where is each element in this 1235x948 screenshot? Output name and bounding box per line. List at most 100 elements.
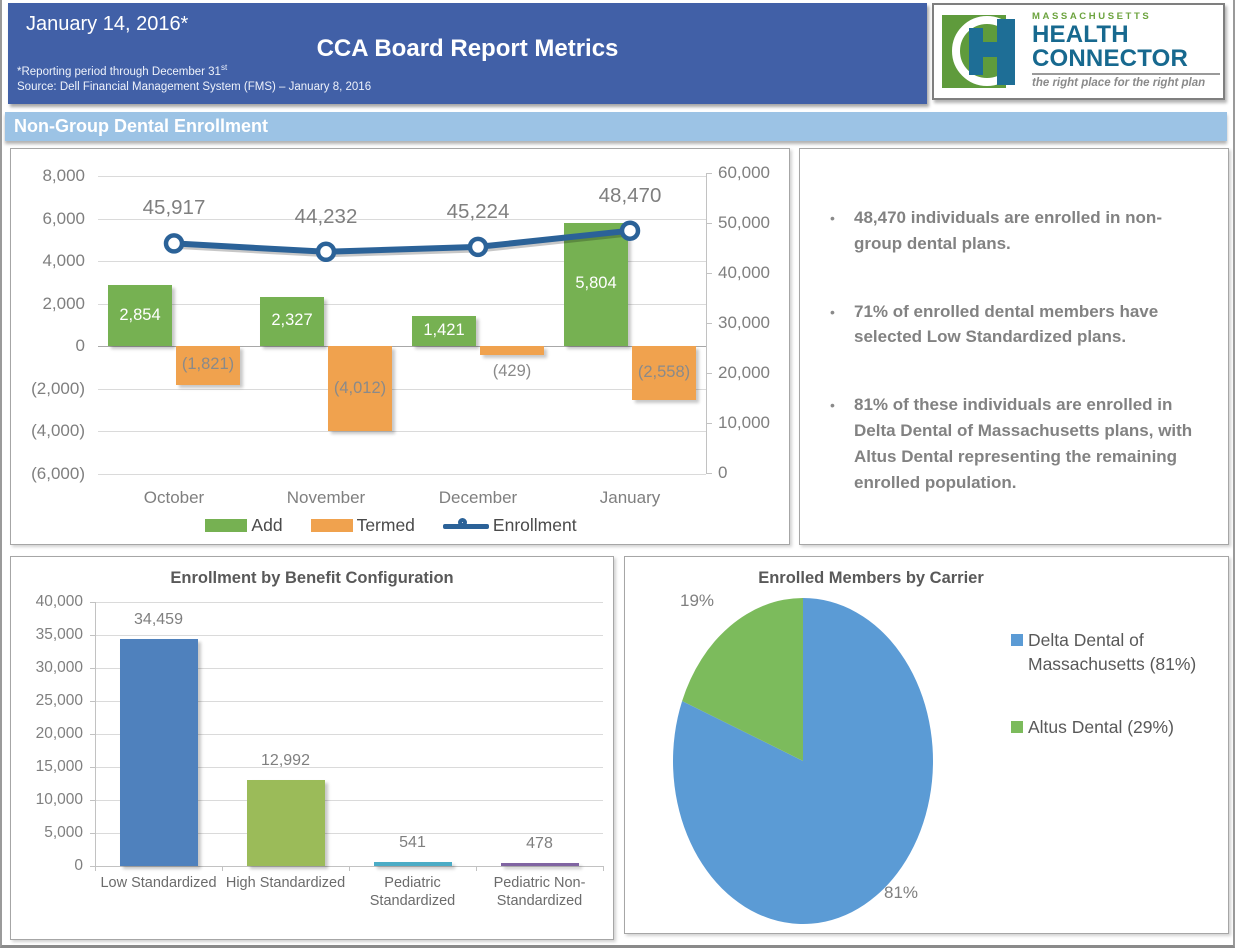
benefit-bar-low-standardized — [120, 639, 198, 866]
bar-chart-y-tick-label: 35,000 — [11, 626, 83, 644]
pie-legend-item-altus: Altus Dental (29%) — [1011, 716, 1196, 740]
month-label-october: October — [109, 488, 239, 508]
bar-chart-x-tick — [95, 866, 96, 871]
primary-gridline — [98, 474, 706, 475]
report-date: January 14, 2016* — [26, 13, 188, 36]
primary-gridline — [98, 176, 706, 177]
bullet-marker: • — [830, 392, 854, 495]
legend-item-termed: Termed — [311, 515, 415, 536]
secondary-axis-tick — [706, 473, 712, 474]
bullet-marker: • — [830, 299, 854, 351]
left-axis-tick-label: (2,000) — [11, 379, 85, 399]
commentary-bullets: • 48,470 individuals are enrolled in non… — [800, 149, 1228, 496]
right-axis-tick-label: 50,000 — [718, 213, 770, 233]
right-axis-tick-label: 60,000 — [718, 163, 770, 183]
add-bar-label-november: 2,327 — [260, 311, 324, 330]
pie-slice-delta — [673, 598, 933, 924]
health-connector-logo-icon — [942, 12, 1028, 92]
benefit-category-label-low-standardized: Low Standardized — [96, 874, 222, 892]
enrollment-value-label-january: 48,470 — [565, 184, 695, 208]
benefit-category-label-high-standardized: High Standardized — [223, 874, 349, 892]
logo-wordmark: MASSACHUSETTS HEALTH CONNECTOR the right… — [1032, 11, 1220, 89]
enrollment-marker-october — [166, 235, 182, 251]
health-connector-logo: MASSACHUSETTS HEALTH CONNECTOR the right… — [932, 3, 1225, 100]
bar-chart-x-tick — [349, 866, 350, 871]
benefit-bar-high-standardized — [247, 780, 325, 866]
legend-item-enrollment: Enrollment — [443, 515, 577, 536]
pie-data-label-81: 81% — [871, 883, 931, 903]
dental-trend-chart-legend: Add Termed Enrollment — [11, 515, 789, 536]
logo-name-line2: CONNECTOR — [1032, 47, 1220, 71]
enrollment-marker-december — [470, 239, 486, 255]
benefit-category-label-pediatric-standardized: Pediatric Standardized — [350, 874, 476, 910]
benefit-category-label-pediatric-non--standardized: Pediatric Non- Standardized — [477, 874, 603, 910]
benefit-bar-value-high-standardized: 12,992 — [236, 752, 336, 770]
bar-chart-gridline — [95, 602, 603, 603]
secondary-axis-tick — [706, 273, 712, 274]
left-axis-tick-label: 4,000 — [11, 251, 85, 271]
right-axis-tick-label: 40,000 — [718, 263, 770, 283]
bar-chart-x-tick — [476, 866, 477, 871]
legend-label-add: Add — [251, 515, 282, 536]
benefit-bar-value-low-standardized: 34,459 — [109, 611, 209, 629]
bar-chart-y-tick-label: 40,000 — [11, 593, 83, 611]
enrollment-marker-november — [318, 244, 334, 260]
footnote-text: *Reporting period through December 31 — [17, 66, 221, 78]
primary-gridline — [98, 431, 706, 432]
legend-label-termed: Termed — [357, 515, 415, 536]
termed-bar-december — [480, 346, 544, 355]
bar-chart-x-tick — [603, 866, 604, 871]
pie-legend-swatch — [1011, 634, 1023, 646]
secondary-axis-tick — [706, 423, 712, 424]
termed-bar-label-october: (1,821) — [176, 355, 240, 374]
bar-chart-x-tick — [222, 866, 223, 871]
bar-chart-y-tick-label: 10,000 — [11, 791, 83, 809]
enrollment-value-label-december: 45,224 — [413, 200, 543, 224]
logo-tagline: the right place for the right plan — [1032, 77, 1220, 89]
report-page: January 14, 2016* CCA Board Report Metri… — [0, 0, 1235, 948]
footnote-superscript: st — [221, 63, 227, 72]
left-axis-tick-label: (4,000) — [11, 421, 85, 441]
report-header: January 14, 2016* CCA Board Report Metri… — [8, 3, 927, 104]
bar-chart-y-tick-label: 15,000 — [11, 758, 83, 776]
section-header-non-group-dental: Non-Group Dental Enrollment — [5, 112, 1227, 141]
bar-chart-y-tick-label: 5,000 — [11, 824, 83, 842]
add-legend-swatch — [205, 519, 247, 532]
dental-trend-chart-panel: 8,0006,0004,0002,0000(2,000)(4,000)(6,00… — [10, 148, 790, 545]
dental-trend-chart-plot: 8,0006,0004,0002,0000(2,000)(4,000)(6,00… — [11, 149, 789, 544]
legend-label-enrollment: Enrollment — [493, 515, 577, 536]
enrollment-value-label-october: 45,917 — [109, 196, 239, 220]
bullet-text-enrollment-total: 48,470 individuals are enrolled in non-g… — [854, 205, 1202, 257]
termed-bar-label-december: (429) — [480, 362, 544, 381]
termed-bar-label-november: (4,012) — [328, 379, 392, 398]
month-label-december: December — [413, 488, 543, 508]
legend-line-dot — [458, 518, 467, 527]
carrier-pie-chart-panel: Enrolled Members by Carrier 19%81% Delta… — [624, 556, 1229, 934]
bullet-text-carrier-split: 81% of these individuals are enrolled in… — [854, 392, 1202, 495]
left-axis-tick-label: 2,000 — [11, 294, 85, 314]
add-bar-label-october: 2,854 — [108, 306, 172, 325]
benefit-configuration-chart-panel: Enrollment by Benefit Configuration 40,0… — [10, 556, 614, 940]
bar-chart-gridline — [95, 635, 603, 636]
right-axis-tick-label: 0 — [718, 463, 727, 483]
pie-slice-altus — [682, 598, 803, 761]
enrollment-value-label-november: 44,232 — [261, 205, 391, 229]
pie-data-label-19: 19% — [667, 591, 727, 611]
reporting-period-footnote: *Reporting period through December 31st — [17, 63, 227, 78]
right-axis-tick-label: 30,000 — [718, 313, 770, 333]
source-footnote: Source: Dell Financial Management System… — [17, 81, 371, 93]
page-title: CCA Board Report Metrics — [8, 35, 927, 63]
legend-item-add: Add — [205, 515, 282, 536]
secondary-axis-tick — [706, 223, 712, 224]
bar-chart-y-tick-label: 30,000 — [11, 659, 83, 677]
benefit-bar-pediatric-standardized — [374, 862, 452, 866]
termed-bar-label-january: (2,558) — [632, 363, 696, 382]
right-axis-tick-label: 20,000 — [718, 363, 770, 383]
right-axis-tick-label: 10,000 — [718, 413, 770, 433]
bullet-item: • 48,470 individuals are enrolled in non… — [830, 205, 1202, 257]
pie-legend-label: Delta Dental of Massachusetts (81%) — [1028, 629, 1196, 676]
bullet-item: • 81% of these individuals are enrolled … — [830, 392, 1202, 495]
termed-legend-swatch — [311, 519, 353, 532]
benefit-bar-pediatric-non--standardized — [501, 863, 579, 867]
carrier-pie-legend: Delta Dental of Massachusetts (81%) Altus… — [1011, 629, 1196, 780]
